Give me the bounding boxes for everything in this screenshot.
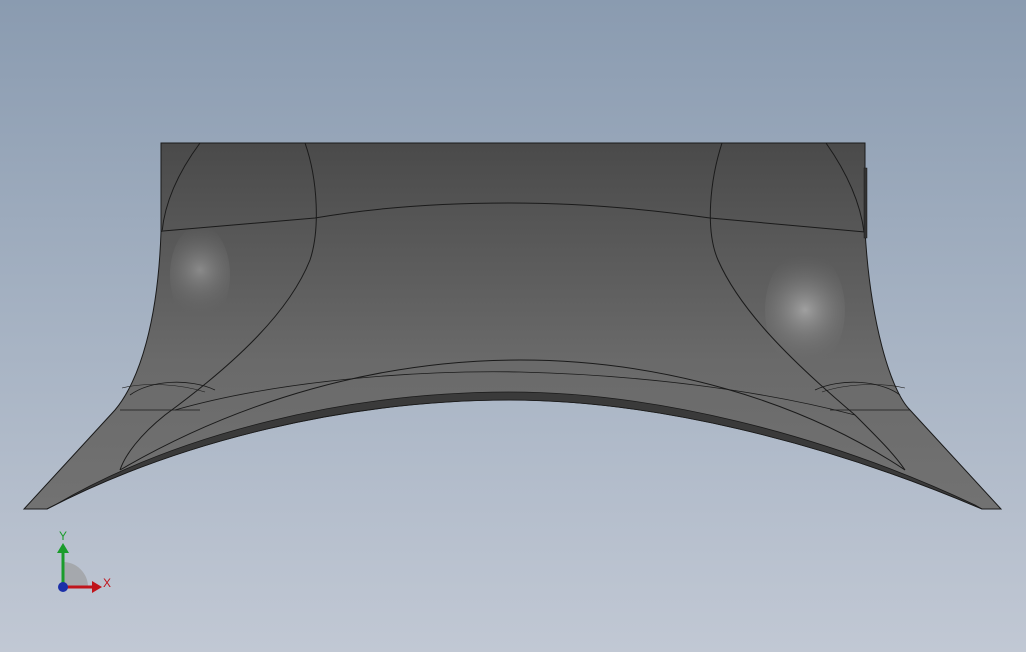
left-surface-highlight [170,225,230,325]
3d-model-view[interactable] [0,0,1026,652]
y-axis-label: Y [59,529,67,543]
graphics-viewport[interactable]: Y X [0,0,1026,652]
y-axis-arrow-icon [57,543,69,553]
right-surface-highlight [765,250,845,370]
right-tab [863,167,868,239]
x-axis-label: X [103,576,111,590]
x-axis-arrow-icon [92,581,102,593]
coordinate-triad: Y X [57,529,111,593]
triad-plane-quadrant [63,562,88,587]
z-axis-dot-icon [58,582,68,592]
